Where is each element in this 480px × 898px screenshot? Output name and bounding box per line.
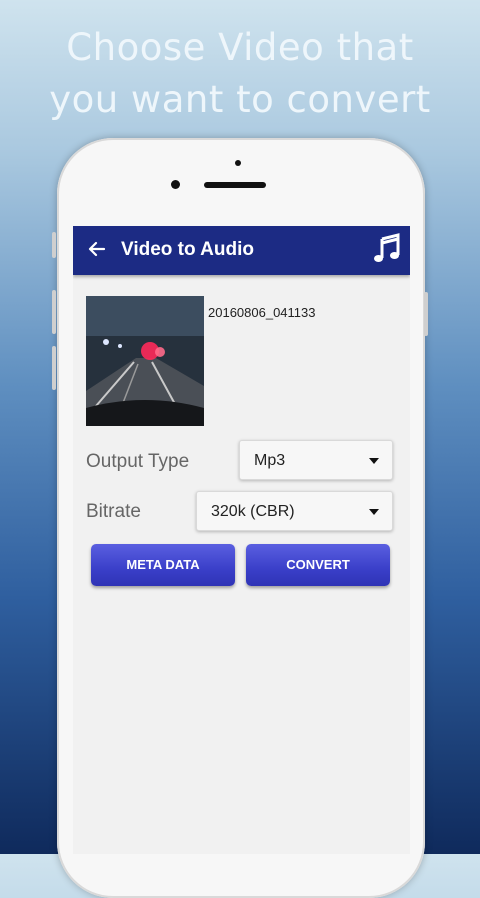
- phone-side-button: [52, 232, 56, 258]
- meta-data-button[interactable]: META DATA: [91, 544, 235, 586]
- phone-volume-down: [52, 346, 56, 390]
- bitrate-label: Bitrate: [86, 501, 141, 522]
- phone-sensor: [235, 160, 241, 166]
- music-note-icon: [374, 233, 400, 262]
- phone-camera: [171, 180, 180, 189]
- bitrate-dropdown[interactable]: 320k (CBR): [196, 491, 393, 531]
- bitrate-value: 320k (CBR): [211, 503, 295, 520]
- video-filename: 20160806_041133: [208, 305, 316, 320]
- phone-volume-up: [52, 290, 56, 334]
- app-screen: Video to Audio 20160806_041133 Output Ty…: [73, 226, 410, 854]
- dropdown-arrow-icon: [369, 509, 379, 515]
- app-toolbar: Video to Audio: [73, 226, 410, 275]
- back-button[interactable]: [83, 235, 111, 263]
- toolbar-title: Video to Audio: [121, 239, 254, 260]
- output-type-label: Output Type: [86, 451, 190, 472]
- promo-headline: Choose Video that you want to convert: [0, 22, 480, 126]
- headline-line-2: you want to convert: [49, 78, 431, 121]
- arrow-left-icon: [88, 241, 106, 257]
- output-type-value: Mp3: [254, 452, 286, 469]
- phone-speaker: [204, 182, 266, 188]
- music-button[interactable]: [372, 233, 402, 265]
- headline-line-1: Choose Video that: [66, 26, 414, 69]
- video-thumbnail-image: [86, 296, 204, 426]
- output-type-dropdown[interactable]: Mp3: [239, 440, 393, 480]
- dropdown-arrow-icon: [369, 458, 379, 464]
- convert-button[interactable]: CONVERT: [246, 544, 390, 586]
- phone-power-button: [424, 292, 428, 336]
- video-thumbnail[interactable]: [86, 296, 204, 426]
